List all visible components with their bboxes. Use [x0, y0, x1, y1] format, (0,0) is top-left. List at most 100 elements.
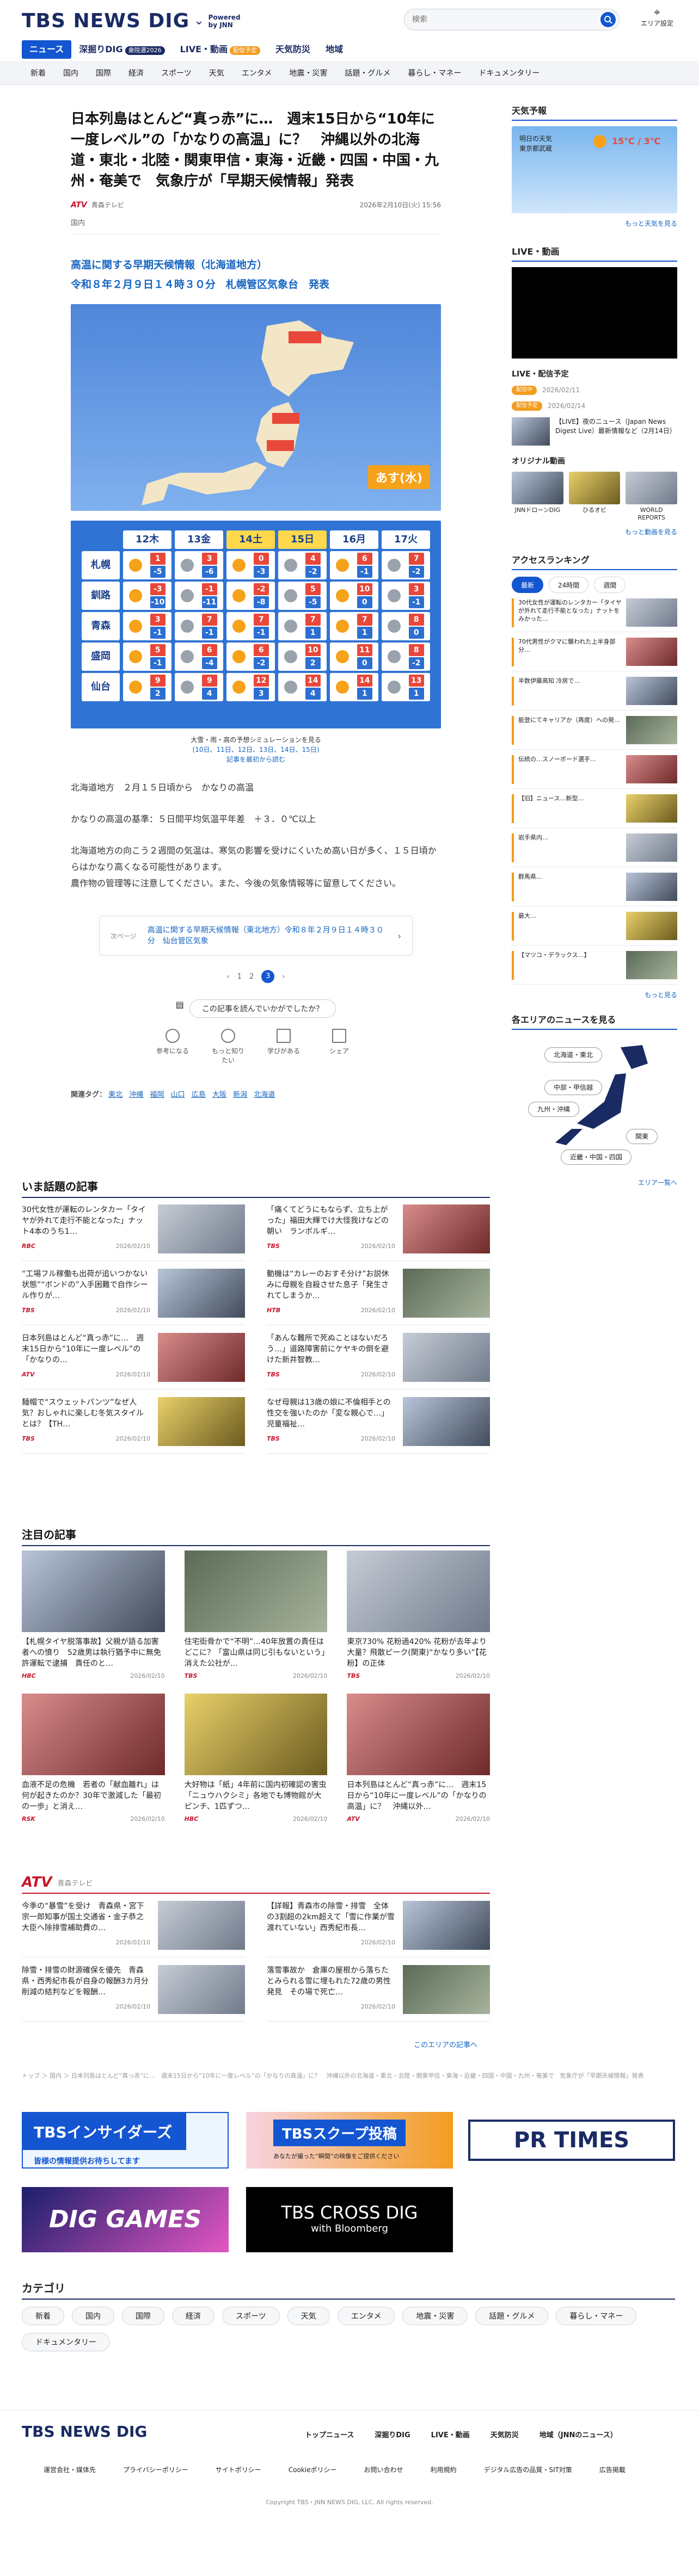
- footer-link[interactable]: お問い合わせ: [364, 2465, 403, 2474]
- featured-article[interactable]: 住宅街骨かで“不明”…40年放置の責任はどこに？「富山県は同じ引もないという」消…: [184, 1550, 328, 1679]
- featured-article[interactable]: 【札幌タイヤ脱落事故】父親が語る加害者への憤り 52歳男は執行猶予中に無免許運転…: [22, 1550, 165, 1679]
- subnav-item[interactable]: 国内: [54, 67, 87, 78]
- ranking-item[interactable]: 【マツコ・デラックス…】: [512, 951, 677, 985]
- featured-article[interactable]: 血液不足の危機 若者の「献血離れ」は何が起きたのか？30年で激減した「最初の一歩…: [22, 1694, 165, 1823]
- live-item[interactable]: 配信中 2026/02/11: [512, 386, 677, 395]
- nav-region[interactable]: 地域: [318, 40, 351, 59]
- subnav-item[interactable]: 国際: [87, 67, 120, 78]
- category-chip[interactable]: 国内: [72, 2307, 114, 2325]
- live-item[interactable]: 【LIVE】夜のニュース（Japan News Digest Live）最新情報…: [512, 417, 677, 446]
- site-logo[interactable]: TBS NEWS DIG ⌄ Powered by JNN: [22, 10, 241, 32]
- category-chip[interactable]: 新着: [22, 2307, 64, 2325]
- breadcrumb[interactable]: トップ ＞ 国内 ＞ 日本列島はとんど“真っ赤”に… 週末15日から“10年に一…: [22, 2072, 675, 2080]
- area-pill[interactable]: 中部・甲信越: [544, 1080, 603, 1095]
- nav-weather[interactable]: 天気防災: [268, 40, 318, 59]
- category-chip[interactable]: 暮らし・マネー: [556, 2307, 637, 2325]
- footer-nav-item[interactable]: 深掘りDIG: [375, 2429, 410, 2439]
- pager-page[interactable]: 1: [237, 973, 242, 981]
- category-chip[interactable]: スポーツ: [222, 2307, 280, 2325]
- reaction-helpful[interactable]: 参考になる: [154, 1029, 192, 1065]
- hot-article[interactable]: 「あんな難所で死ぬことはないだろう…」道路障害前にケヤキの倒を避けた新井智教… T…: [267, 1325, 490, 1389]
- area-pill[interactable]: 北海道・東北: [544, 1047, 603, 1062]
- category-chip[interactable]: 話題・グルメ: [475, 2307, 549, 2325]
- ranking-tab[interactable]: 週間: [594, 577, 626, 593]
- ranking-item[interactable]: 70代男性がクマに襲われた上半身部分…: [512, 638, 677, 671]
- hot-article[interactable]: 「痛くてどうにもならず、立ち上がった」福田大輝でけ大怪我けなどの朝い ランボルギ…: [267, 1197, 490, 1261]
- ranking-item[interactable]: 半数伊藤高知 冷房で…: [512, 677, 677, 711]
- subnav-item[interactable]: ドキュメンタリー: [470, 67, 548, 78]
- area-articles-link[interactable]: このエリアの記事へ: [414, 2039, 477, 2049]
- area-pill[interactable]: 九州・沖縄: [528, 1102, 580, 1117]
- featured-article[interactable]: 大好物は「紙」4年前に国内初確認の害虫「ニュウハクシミ」各地でも博物館が大ピンチ…: [184, 1694, 328, 1823]
- atv-article[interactable]: 【詳報】青森市の除雪・排雪 全体の3割超の2km超えて「雪に作業が雪渡れていない…: [267, 1893, 490, 1957]
- reaction-more[interactable]: もっと知りたい: [209, 1029, 247, 1065]
- footer-link[interactable]: Cookieポリシー: [289, 2465, 337, 2474]
- search-input[interactable]: [412, 9, 592, 30]
- area-pill[interactable]: 近畿・中国・四国: [561, 1150, 632, 1165]
- ranking-item[interactable]: 岩手県内…: [512, 833, 677, 867]
- read-from-top-link[interactable]: 記事を最初から読む: [71, 755, 441, 764]
- broadcaster-name[interactable]: 青森テレビ: [91, 200, 124, 209]
- subnav-item[interactable]: 暮らし・マネー: [399, 67, 470, 78]
- ranking-item[interactable]: 最大…: [512, 912, 677, 946]
- tag[interactable]: 沖縄: [129, 1091, 143, 1099]
- dig-games-banner[interactable]: DIG GAMES: [22, 2187, 229, 2252]
- footer-link[interactable]: 広告掲載: [599, 2465, 626, 2474]
- category-chip[interactable]: 経済: [172, 2307, 214, 2325]
- atv-article[interactable]: 除雪・排雪の財源確保を優先 青森県・西秀紀市長が自身の報酬3カ月分削減の結判など…: [22, 1957, 245, 2022]
- weather-more-link[interactable]: もっと天気を見る: [512, 219, 677, 228]
- ranking-item[interactable]: 群馬県…: [512, 873, 677, 906]
- ranking-item[interactable]: 能登にてキャリアか（再度）への発…: [512, 716, 677, 750]
- footer-nav-item[interactable]: トップニュース: [305, 2429, 354, 2439]
- hot-article[interactable]: なぜ母親は13歳の娘に不倫相手との性交を強いたのか「変な親心で…」児童福祉… TB…: [267, 1389, 490, 1454]
- subnav-item[interactable]: スポーツ: [152, 67, 200, 78]
- footer-nav-item[interactable]: 天気防災: [490, 2429, 519, 2439]
- video-more-link[interactable]: もっと動画を見る: [512, 527, 677, 536]
- search-icon[interactable]: [600, 12, 616, 27]
- reaction-learn[interactable]: 学びがある: [265, 1029, 303, 1065]
- nav-dig[interactable]: 深掘りDIG 衆院選2026: [71, 40, 172, 59]
- atv-article[interactable]: 落雪事故か 倉庫の屋根から落ちたとみられる雪に埋もれた72歳の男性発見 その場で…: [267, 1957, 490, 2022]
- hot-article[interactable]: 麺帽で“スウェットパンツ”なぜ人気？おしゃれに楽しむ冬気スタイルとは？【TH… T…: [22, 1389, 245, 1454]
- crossdig-banner[interactable]: TBS CROSS DIG with Bloomberg: [246, 2187, 453, 2252]
- article-category[interactable]: 国内: [71, 217, 441, 234]
- ranking-more-link[interactable]: もっと見る: [512, 990, 677, 999]
- subnav-item[interactable]: 天気: [200, 67, 233, 78]
- live-item[interactable]: 配信予定 2026/02/14: [512, 401, 677, 411]
- category-chip[interactable]: 国際: [122, 2307, 164, 2325]
- tag[interactable]: 山口: [171, 1091, 185, 1099]
- subnav-item[interactable]: エンタメ: [233, 67, 281, 78]
- area-list-link[interactable]: エリア一覧へ: [512, 1178, 677, 1187]
- featured-article[interactable]: 日本列島はとんど“真っ赤”に… 週末15日から“10年に一度レベル”の「かなりの…: [347, 1694, 490, 1823]
- pager-prev[interactable]: ‹: [227, 973, 230, 981]
- subnav-item[interactable]: 経済: [120, 67, 152, 78]
- tag[interactable]: 北海道: [254, 1091, 275, 1099]
- ranking-item[interactable]: 【旧】ニュース…新型…: [512, 794, 677, 828]
- tag[interactable]: 大阪: [212, 1091, 226, 1099]
- ranking-item[interactable]: 30代女性が運転のレンタカー「タイヤが外れて走行不能となった」ナットをみかった…: [512, 598, 677, 632]
- prtimes-banner[interactable]: PR TIMES: [468, 2120, 675, 2161]
- nav-live[interactable]: LIVE・動画 配信予定: [173, 40, 268, 59]
- area-pill[interactable]: 関東: [626, 1129, 658, 1144]
- ranking-tab[interactable]: 最新: [512, 577, 544, 593]
- ranking-item[interactable]: 伝統の…スノーボード選手…: [512, 755, 677, 789]
- next-page-card[interactable]: 次ページ 高温に関する早期天候情報（東北地方）令和８年２月９日１４時３０分 仙台…: [99, 916, 413, 956]
- hot-article[interactable]: 30代女性が運転のレンタカー「タイヤが外れて走行不能となった」ナット4本のうち1…: [22, 1197, 245, 1261]
- insiders-banner[interactable]: TBSインサイダーズ 皆様の情報提供お待ちしてます: [22, 2112, 229, 2169]
- weather-widget[interactable]: 明日の天気 東京都武蔵 15℃ / 3℃: [512, 126, 677, 213]
- reaction-share[interactable]: シェア: [320, 1029, 358, 1065]
- tag[interactable]: 東北: [108, 1091, 122, 1099]
- atv-article[interactable]: 今季の“暴雪”を受け 青森県・宮下宗一郎知事が国土交通省・金子恭之大臣へ除排雪補…: [22, 1893, 245, 1957]
- footer-link[interactable]: プライバシーポリシー: [123, 2465, 188, 2474]
- featured-article[interactable]: 東京730% 花粉過420% 花粉が去年より大量？飛散ピーク(関東)“かなり多い…: [347, 1550, 490, 1679]
- hot-article[interactable]: 動機は“カレーのおすそ分け”お説休みに母親を自殺させた息子「発生されてしまうか……: [267, 1261, 490, 1325]
- area-setting-button[interactable]: ⌖ エリア設定: [638, 5, 676, 28]
- category-chip[interactable]: ドキュメンタリー: [22, 2333, 110, 2351]
- subnav-item[interactable]: 新着: [22, 67, 54, 78]
- category-chip[interactable]: 天気: [287, 2307, 330, 2325]
- subnav-item[interactable]: 地震・災害: [280, 67, 336, 78]
- footer-link[interactable]: 運営会社・媒体先: [44, 2465, 96, 2474]
- pager-next[interactable]: ›: [282, 973, 285, 981]
- tag[interactable]: 福岡: [150, 1091, 164, 1099]
- footer-logo[interactable]: TBS NEWS DIG: [22, 2423, 147, 2441]
